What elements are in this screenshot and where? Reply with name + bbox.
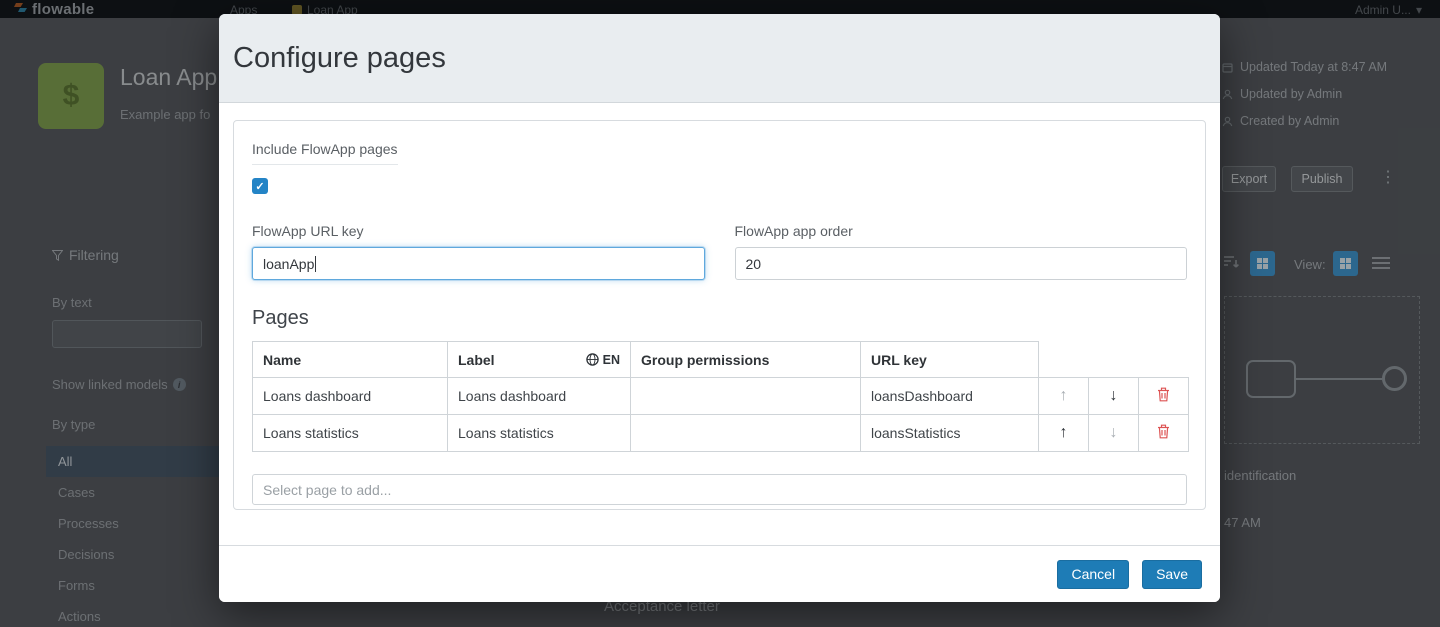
- globe-icon: [586, 353, 599, 366]
- col-header-label: Label EN: [448, 342, 631, 378]
- include-flowapp-checkbox[interactable]: ✓: [252, 178, 268, 194]
- flowapp-app-order-input[interactable]: [735, 247, 1188, 280]
- table-row-loans-statistics: Loans statistics Loans statistics loansS…: [253, 415, 1189, 452]
- delete-page-button[interactable]: [1151, 383, 1176, 409]
- move-down-button[interactable]: ↓: [1102, 421, 1126, 445]
- include-flowapp-label: Include FlowApp pages: [252, 141, 398, 165]
- trash-icon: [1157, 387, 1170, 402]
- pages-heading: Pages: [252, 307, 1187, 330]
- flowapp-url-key-label: FlowApp URL key: [252, 223, 705, 239]
- flowapp-url-key-field: FlowApp URL key loanApp: [252, 223, 705, 280]
- modal-form-panel: Include FlowApp pages ✓ FlowApp URL key …: [233, 120, 1206, 510]
- configure-pages-modal: Configure pages Include FlowApp pages ✓ …: [219, 14, 1220, 602]
- modal-header: Configure pages: [219, 14, 1220, 103]
- cell-name: Loans statistics: [253, 415, 448, 452]
- add-page-input[interactable]: [252, 474, 1187, 505]
- cell-label[interactable]: Loans dashboard: [448, 378, 631, 415]
- flowapp-fields-row: FlowApp URL key loanApp FlowApp app orde…: [252, 223, 1187, 280]
- arrow-up-icon: ↑: [1060, 387, 1068, 404]
- text-cursor: [315, 256, 316, 272]
- modal-footer: Cancel Save: [219, 545, 1220, 602]
- check-icon: ✓: [255, 180, 264, 193]
- table-header-row: Name Label EN Group permissions U: [253, 342, 1189, 378]
- move-up-button[interactable]: ↑: [1052, 384, 1076, 408]
- screen: flowable Apps Loan App Admin U... ▾ $ Lo…: [0, 0, 1440, 627]
- pages-table: Name Label EN Group permissions U: [252, 341, 1189, 452]
- language-code: EN: [603, 353, 620, 367]
- col-header-url-key: URL key: [861, 342, 1039, 378]
- col-header-actions: [1039, 342, 1189, 378]
- col-header-group-permissions: Group permissions: [631, 342, 861, 378]
- cell-group-permissions[interactable]: [631, 415, 861, 452]
- label-language[interactable]: EN: [586, 353, 620, 367]
- table-row-loans-dashboard: Loans dashboard Loans dashboard loansDas…: [253, 378, 1189, 415]
- arrow-up-icon: ↑: [1060, 424, 1068, 441]
- trash-icon: [1157, 424, 1170, 439]
- move-down-button[interactable]: ↓: [1102, 384, 1126, 408]
- flowapp-url-key-value: loanApp: [263, 256, 314, 272]
- move-up-button[interactable]: ↑: [1052, 421, 1076, 445]
- cell-label[interactable]: Loans statistics: [448, 415, 631, 452]
- cell-url-key[interactable]: loansDashboard: [861, 378, 1039, 415]
- cell-group-permissions[interactable]: [631, 378, 861, 415]
- flowapp-app-order-field: FlowApp app order: [735, 223, 1188, 280]
- arrow-down-icon: ↓: [1110, 387, 1118, 404]
- flowapp-app-order-label: FlowApp app order: [735, 223, 1188, 239]
- col-header-name: Name: [253, 342, 448, 378]
- cancel-button[interactable]: Cancel: [1057, 560, 1129, 589]
- flowapp-url-key-input[interactable]: loanApp: [252, 247, 705, 280]
- cell-name: Loans dashboard: [253, 378, 448, 415]
- modal-title: Configure pages: [233, 42, 446, 75]
- cell-url-key[interactable]: loansStatistics: [861, 415, 1039, 452]
- arrow-down-icon: ↓: [1110, 424, 1118, 441]
- save-button[interactable]: Save: [1142, 560, 1202, 589]
- delete-page-button[interactable]: [1151, 420, 1176, 446]
